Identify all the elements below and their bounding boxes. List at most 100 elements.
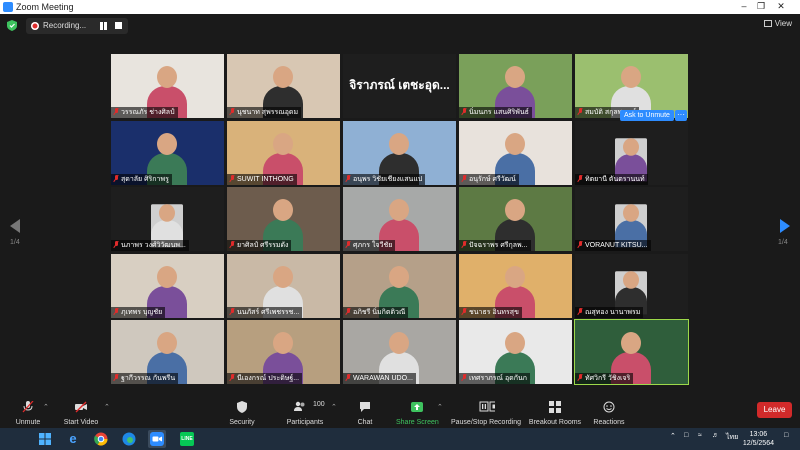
participant-video-tile[interactable]: ทิตยานี ตันตรานนท์ — [575, 120, 688, 185]
participant-video-tile[interactable]: อภิชรี นิ่มกิตติวณี — [343, 253, 456, 318]
minimize-icon[interactable]: – — [735, 1, 753, 11]
participant-video-tile[interactable]: วรรณภัร ช่างศิลป์ — [111, 54, 224, 118]
participant-video-tile[interactable]: ปัจฉราพร ศรีกุลพ... — [459, 187, 572, 251]
previous-page-arrow-icon[interactable] — [10, 219, 20, 233]
muted-microphone-icon — [461, 307, 467, 315]
next-page-arrow-icon[interactable] — [780, 219, 790, 233]
clock-date: 12/5/2564 — [742, 440, 774, 447]
participant-video-tile[interactable]: ยาศิลป์ ศรีรรมดัง — [227, 187, 340, 251]
ask-to-unmute-button[interactable]: Ask to Unmute — [620, 110, 674, 121]
participant-name-label: ภุเทพร บุญชัย — [111, 306, 166, 318]
view-button[interactable]: View — [763, 19, 792, 28]
participants-caret-icon[interactable]: ⌃ — [331, 403, 337, 411]
participant-video-tile[interactable]: นภาพร วงศ์วิวัฒนพ... — [111, 187, 224, 251]
leave-button[interactable]: Leave — [757, 402, 792, 418]
notifications-icon[interactable]: □ — [784, 432, 788, 439]
chat-button[interactable]: Chat — [350, 400, 380, 428]
ie-icon[interactable]: e — [66, 432, 80, 446]
participant-name-label: ณสุทอง นานาพรม — [575, 306, 644, 318]
share-screen-icon — [411, 402, 423, 412]
more-options-button[interactable]: ··· — [675, 110, 687, 121]
participant-video-tile[interactable]: นนภัสร์ ศรีเพชรรช... — [227, 253, 340, 318]
participant-name-label: อนุรักษ์ ศรีวัฒน์ — [459, 173, 519, 185]
zoom-taskbar-active[interactable] — [148, 430, 166, 448]
participant-video-tile[interactable]: WARAWAN UDO... — [343, 320, 456, 384]
windows-taskbar: e LINE ⌃ □ ≈ ♬ ไทย 13:06 12/5/2564 □ — [0, 428, 800, 450]
muted-microphone-icon — [229, 174, 235, 182]
participant-video-tile[interactable]: ชนาธร อินทรสุข — [459, 253, 572, 318]
participant-video-tile[interactable]: นุชนาท สุพรรณอุดม — [227, 54, 340, 118]
share-screen-button[interactable]: Share Screen — [396, 400, 439, 428]
wifi-icon[interactable]: ≈ — [698, 432, 702, 439]
line-icon[interactable]: LINE — [180, 432, 194, 446]
volume-icon[interactable]: ♬ — [712, 432, 719, 439]
participant-video-tile[interactable]: VORANUT KITSU... — [575, 187, 688, 251]
participant-name-label: อนุพร วิชัยเชียงแสนแป — [343, 173, 426, 185]
breakout-rooms-button[interactable]: Breakout Rooms — [526, 400, 584, 428]
participant-head — [159, 204, 175, 222]
stop-recording-icon[interactable] — [115, 22, 122, 29]
muted-microphone-icon — [113, 374, 119, 381]
participant-name-label: นิ่มนภร แสนศิริพันธ์ — [459, 107, 532, 118]
participant-video-tile[interactable]: ฐากีวรรณ กันพรีน — [111, 320, 224, 384]
security-button[interactable]: Security — [222, 400, 262, 428]
start-video-label: Start Video — [63, 419, 99, 426]
video-options-caret-icon[interactable]: ⌃ — [104, 403, 110, 411]
pause-recording-icon[interactable] — [99, 22, 107, 30]
participant-video-tile[interactable]: อนุรักษ์ ศรีวัฒน์ — [459, 120, 572, 185]
edge-icon[interactable] — [122, 432, 136, 446]
network-icon[interactable]: □ — [684, 432, 688, 439]
muted-microphone-icon — [229, 108, 235, 115]
share-options-caret-icon[interactable]: ⌃ — [437, 403, 443, 411]
muted-microphone-icon — [461, 108, 467, 115]
input-language[interactable]: ไทย — [726, 432, 738, 443]
start-video-button[interactable]: Start Video — [58, 400, 104, 428]
participant-name-label: ชนาธร อินทรสุข — [459, 306, 522, 318]
share-screen-label: Share Screen — [396, 419, 439, 426]
window-title: Zoom Meeting — [16, 2, 74, 12]
chrome-icon[interactable] — [94, 432, 108, 446]
start-icon[interactable] — [38, 432, 52, 446]
pause-stop-icon — [479, 401, 495, 412]
participant-name-label: นีเองกรณ์ ประดิษฐ์... — [227, 373, 303, 384]
participant-head — [505, 199, 525, 221]
participant-video-tile[interactable]: ทัศวิกรี วัชิงเจริ — [574, 319, 689, 385]
participant-video-tile[interactable]: นิ่มนภร แสนศิริพันธ์ — [459, 54, 572, 118]
participant-head — [157, 132, 177, 155]
participant-video-tile[interactable]: จิราภรณ์ เตชะอุด... — [343, 54, 456, 118]
unmute-button[interactable]: Unmute — [8, 400, 48, 428]
breakout-rooms-label: Breakout Rooms — [528, 419, 582, 426]
restore-icon[interactable]: ❐ — [752, 1, 770, 12]
participant-name: SUWIT INTHONG — [237, 175, 294, 183]
participant-name: ทัศวิกรี วัชิงเจริ — [585, 375, 631, 382]
participant-name: ฐากีวรรณ กันพรีน — [121, 375, 176, 382]
system-clock[interactable]: 13:06 12/5/2564 — [743, 430, 774, 448]
participant-video-tile[interactable]: นีเองกรณ์ ประดิษฐ์... — [227, 320, 340, 384]
pause-stop-recording-button[interactable]: Pause/Stop Recording — [450, 400, 522, 428]
participant-head — [389, 132, 409, 155]
participants-button[interactable]: 100 Participants — [282, 400, 328, 428]
pause-stop-recording-label: Pause/Stop Recording — [450, 419, 522, 426]
participant-video-tile[interactable]: สุดาลัย ศิริกาพรู — [111, 120, 224, 185]
recording-indicator: Recording... — [26, 18, 128, 34]
participant-video-tile[interactable]: อนุพร วิชัยเชียงแสนแป — [343, 120, 456, 185]
muted-microphone-icon — [345, 374, 351, 381]
reactions-button[interactable]: Reactions — [590, 400, 628, 428]
participant-video-tile[interactable]: SUWIT INTHONG — [227, 120, 340, 185]
participant-name-label: นนภัสร์ ศรีเพชรรช... — [227, 306, 303, 318]
participant-video-tile[interactable]: ศุภกร ใจวีชัย — [343, 187, 456, 251]
security-shield-icon[interactable] — [7, 20, 17, 31]
participant-name: ภุเทพร บุญชัย — [121, 308, 163, 316]
participant-head — [621, 66, 641, 88]
participant-video-tile[interactable]: ภุเทพร บุญชัย — [111, 253, 224, 318]
chat-label: Chat — [357, 419, 373, 426]
tray-chevron-icon[interactable]: ⌃ — [670, 432, 676, 440]
muted-microphone-icon — [229, 241, 235, 248]
participant-video-tile[interactable]: เทศราภรณ์ อุดกันก — [459, 320, 572, 384]
participant-video-tile[interactable]: ณสุทอง นานาพรม — [575, 253, 688, 318]
zoom-app-icon — [3, 2, 13, 12]
close-icon[interactable]: ✕ — [772, 1, 790, 12]
audio-options-caret-icon[interactable]: ⌃ — [43, 403, 49, 411]
participant-name: ณสุทอง นานาพรม — [585, 308, 641, 316]
participant-video-tile[interactable]: สมบัติ สกุลพรรณ์ — [575, 54, 688, 118]
